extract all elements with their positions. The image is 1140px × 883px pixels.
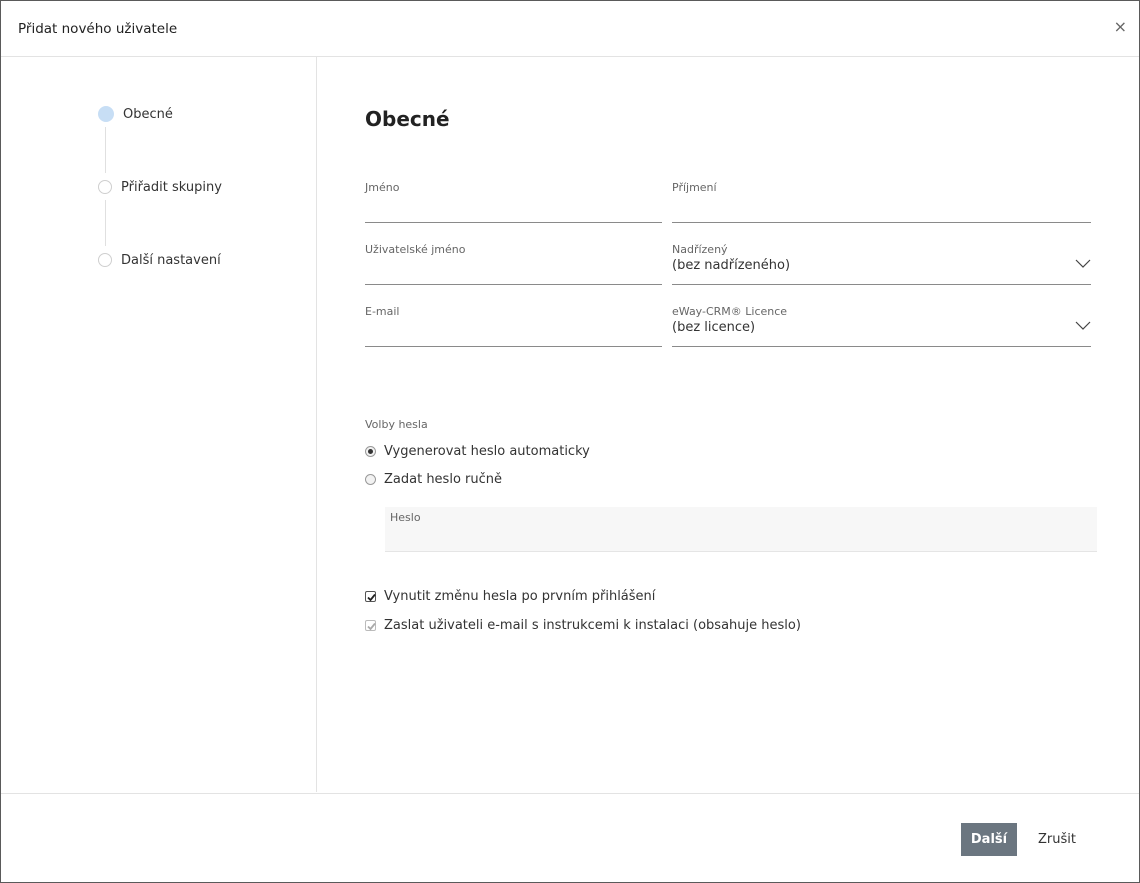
chevron-down-icon[interactable]: [1075, 259, 1091, 269]
supervisor-select[interactable]: Nadřízený (bez nadřízeného): [672, 243, 1091, 285]
checkbox-label: Vynutit změnu hesla po prvním přihlášení: [384, 589, 656, 604]
first-name-field[interactable]: Jméno: [365, 181, 662, 223]
checkbox-checked-icon[interactable]: [365, 591, 376, 602]
step-label: Přiřadit skupiny: [121, 179, 222, 195]
step-active-dot-icon: [98, 106, 114, 122]
field-label: Heslo: [390, 511, 421, 524]
radio-label: Vygenerovat heslo automaticky: [384, 444, 590, 459]
section-title: Obecné: [365, 107, 450, 131]
next-button[interactable]: Další: [961, 823, 1017, 856]
field-label: Jméno: [365, 181, 400, 194]
add-user-dialog: Přidat nového uživatele × Obecné Přiřadi…: [0, 0, 1140, 883]
username-input[interactable]: [365, 267, 662, 282]
username-field[interactable]: Uživatelské jméno: [365, 243, 662, 285]
radio-checked-icon[interactable]: [365, 446, 376, 457]
radio-manual-password[interactable]: Zadat heslo ručně: [365, 472, 502, 487]
step-dot-icon: [98, 253, 112, 267]
last-name-input[interactable]: [672, 205, 1091, 220]
email-input[interactable]: [365, 329, 662, 344]
step-general[interactable]: Obecné: [98, 104, 173, 124]
field-label: Uživatelské jméno: [365, 243, 466, 256]
checkbox-checked-disabled-icon: [365, 620, 376, 631]
license-select[interactable]: eWay-CRM® Licence (bez licence): [672, 305, 1091, 347]
radio-label: Zadat heslo ručně: [384, 472, 502, 487]
last-name-field[interactable]: Příjmení: [672, 181, 1091, 223]
step-other-settings[interactable]: Další nastavení: [98, 250, 221, 270]
step-connector: [105, 200, 106, 246]
first-name-input[interactable]: [365, 205, 662, 220]
license-value: (bez licence): [672, 320, 756, 335]
field-label: Příjmení: [672, 181, 717, 194]
checkbox-label: Zaslat uživateli e-mail s instrukcemi k …: [384, 618, 801, 633]
dialog-footer: Další Zrušit: [1, 793, 1139, 882]
dialog-title: Přidat nového uživatele: [18, 21, 178, 37]
chevron-down-icon[interactable]: [1075, 321, 1091, 331]
field-label: E-mail: [365, 305, 400, 318]
step-connector: [105, 127, 106, 173]
step-dot-icon: [98, 180, 112, 194]
field-label: eWay-CRM® Licence: [672, 305, 788, 318]
step-assign-groups[interactable]: Přiřadit skupiny: [98, 177, 222, 197]
main-content: Obecné Jméno Příjmení Uživatelské jméno …: [317, 57, 1139, 792]
close-icon[interactable]: ×: [1114, 19, 1127, 35]
field-label: Nadřízený: [672, 243, 728, 256]
password-options-label: Volby hesla: [365, 418, 428, 431]
radio-generate-password[interactable]: Vygenerovat heslo automaticky: [365, 444, 590, 459]
wizard-steps: Obecné Přiřadit skupiny Další nastavení: [1, 57, 317, 792]
checkbox-send-email: Zaslat uživateli e-mail s instrukcemi k …: [365, 618, 801, 633]
step-label: Další nastavení: [121, 252, 221, 268]
password-field: Heslo: [385, 507, 1097, 552]
dialog-header: Přidat nového uživatele ×: [1, 1, 1139, 57]
supervisor-value: (bez nadřízeného): [672, 258, 791, 273]
email-field[interactable]: E-mail: [365, 305, 662, 347]
radio-unchecked-icon[interactable]: [365, 474, 376, 485]
cancel-button[interactable]: Zrušit: [1031, 823, 1083, 856]
step-label: Obecné: [123, 106, 173, 122]
checkbox-force-password-change[interactable]: Vynutit změnu hesla po prvním přihlášení: [365, 589, 655, 604]
